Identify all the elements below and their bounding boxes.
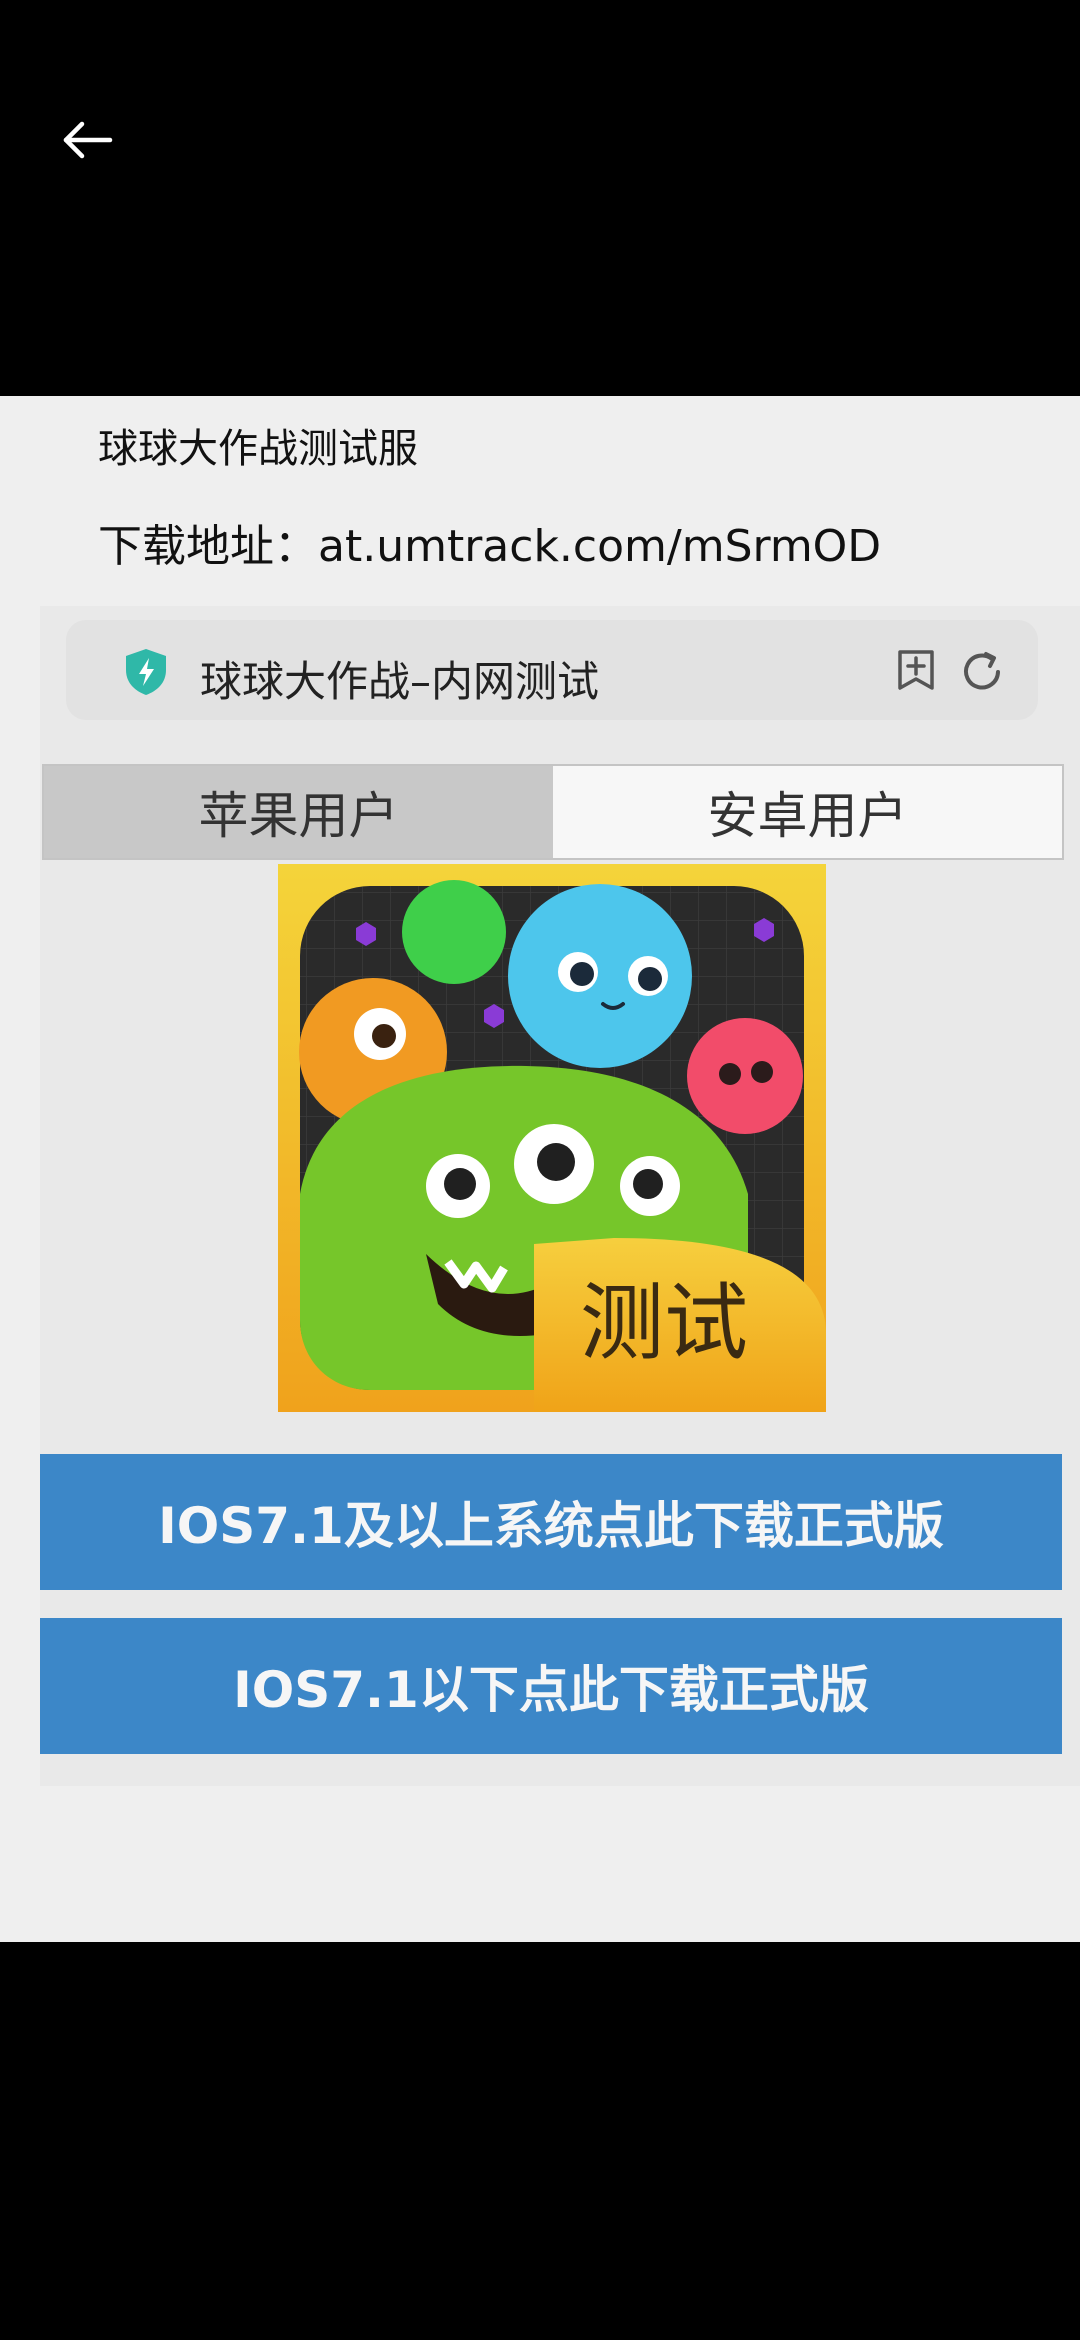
game-title: 球球大作战测试服	[98, 426, 418, 472]
message-text-block: 球球大作战测试服 下载地址：at.umtrack.com/mSrmOD	[18, 396, 1080, 602]
game-app-icon: 测试	[278, 864, 826, 1412]
download-address: 下载地址：at.umtrack.com/mSrmOD	[98, 521, 882, 572]
arrow-left-icon	[63, 121, 113, 159]
screenshot-photo: 球球大作战测试服 下载地址：at.umtrack.com/mSrmOD 球球大作…	[0, 396, 1080, 1942]
page-title: 球球大作战–内网测试	[200, 657, 600, 706]
back-button[interactable]	[48, 100, 128, 180]
tab-apple-users[interactable]: 苹果用户	[44, 766, 553, 858]
download-ios71-plus-button[interactable]: IOS7.1及以上系统点此下载正式版	[40, 1454, 1062, 1590]
bottom-bar	[0, 1942, 1080, 2340]
download-ios71-below-button[interactable]: IOS7.1以下点此下载正式版	[40, 1618, 1062, 1754]
platform-tabs: 苹果用户 安卓用户	[42, 764, 1064, 860]
address-bar[interactable]: 球球大作战–内网测试	[66, 620, 1038, 720]
refresh-icon[interactable]	[956, 646, 1008, 698]
badge-text: 测试	[580, 1274, 748, 1372]
browser-frame: 球球大作战–内网测试 苹果用户 安卓用户 测试 IOS7.1及以上系统点此下载正…	[40, 606, 1080, 1786]
shield-icon	[126, 649, 166, 695]
bookmark-add-icon[interactable]	[892, 646, 940, 694]
top-bar	[0, 0, 1080, 396]
screen: 球球大作战测试服 下载地址：at.umtrack.com/mSrmOD 球球大作…	[0, 0, 1080, 2340]
tab-android-users[interactable]: 安卓用户	[553, 766, 1062, 858]
